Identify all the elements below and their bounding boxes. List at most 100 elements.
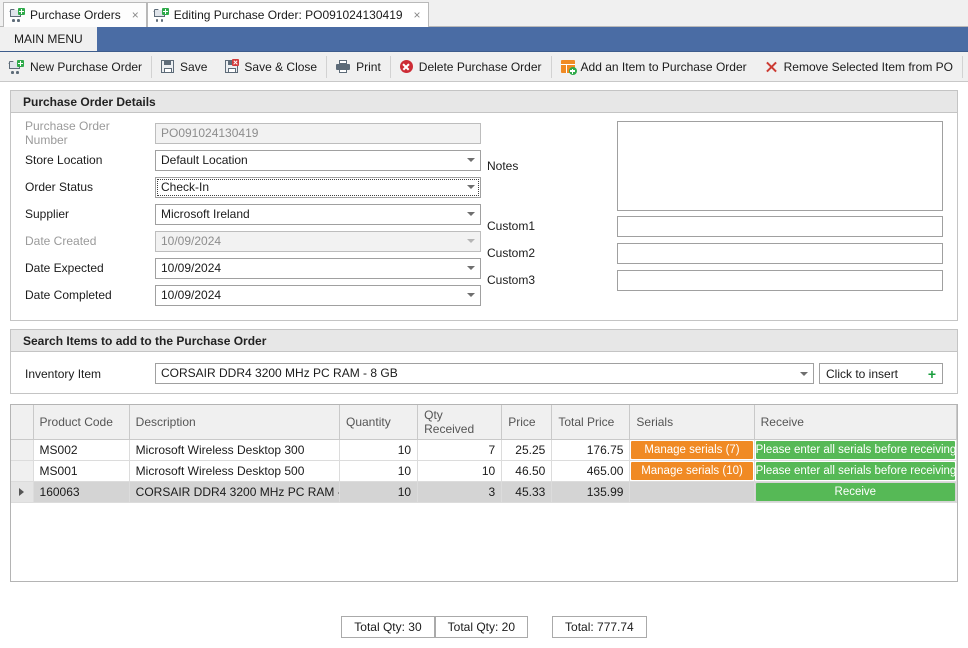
cell-receive: Receive <box>754 481 957 503</box>
delete-circle-x-icon <box>399 60 413 73</box>
save-and-close-button[interactable]: Save & Close <box>216 52 326 82</box>
inventory-item-row: Inventory Item CORSAIR DDR4 3200 MHz PC … <box>11 359 957 384</box>
total-qty-ordered: Total Qty: 30 <box>341 616 435 638</box>
search-panel-title: Search Items to add to the Purchase Orde… <box>11 330 957 352</box>
new-purchase-order-button[interactable]: New Purchase Order <box>0 52 151 82</box>
store-location-select[interactable]: Default Location <box>155 149 481 171</box>
new-purchase-order-icon <box>8 59 24 74</box>
save-floppy-icon <box>161 60 175 73</box>
save-close-floppy-icon <box>225 59 240 73</box>
cell-qty-received: 7 <box>417 439 503 461</box>
chevron-down-icon <box>800 371 808 376</box>
purchase-order-items-grid[interactable]: Product Code Description Quantity Qty Re… <box>10 404 958 582</box>
notes-textarea[interactable] <box>617 121 943 211</box>
insert-label: Click to insert <box>826 366 899 381</box>
purchase-cart-icon <box>153 8 169 22</box>
manage-serials-button[interactable]: Manage serials (10) <box>631 462 753 480</box>
tab-label: Purchase Orders <box>30 8 121 22</box>
date-created-value: 10/09/2024 <box>161 233 222 248</box>
purchase-order-window: Purchase Orders × Editing Purchase Order… <box>0 0 968 648</box>
toolbar-label: Save <box>180 59 208 74</box>
supplier-select[interactable]: Microsoft Ireland <box>155 203 481 225</box>
cell-price: 46.50 <box>501 460 553 482</box>
tab-editing-purchase-order[interactable]: Editing Purchase Order: PO091024130419 × <box>146 2 429 27</box>
custom3-input[interactable] <box>617 269 943 291</box>
click-to-insert-button[interactable]: Click to insert + <box>819 363 943 384</box>
field-supplier: Supplier Microsoft Ireland <box>25 202 481 226</box>
field-date-created: Date Created 10/09/2024 <box>25 229 481 253</box>
chevron-down-icon <box>467 266 475 270</box>
total-price: Total: 777.74 <box>552 616 647 638</box>
field-custom3: Custom3 <box>487 268 943 292</box>
cell-qty-received: 10 <box>417 460 503 482</box>
tab-label: Editing Purchase Order: PO091024130419 <box>173 8 403 22</box>
menu-main-menu[interactable]: MAIN MENU <box>0 27 97 51</box>
date-created-label: Date Created <box>25 234 97 248</box>
row-selector[interactable] <box>11 439 34 461</box>
date-created-input: 10/09/2024 <box>155 230 481 252</box>
manage-serials-button[interactable]: Manage serials (7) <box>631 441 753 459</box>
cell-price: 25.25 <box>501 439 553 461</box>
date-completed-value: 10/09/2024 <box>161 287 222 302</box>
print-button[interactable]: Print <box>327 52 390 82</box>
receive-button[interactable]: Receive <box>755 483 955 501</box>
add-item-to-purchase-order-button[interactable]: Add an Item to Purchase Order <box>552 52 756 82</box>
cell-quantity: 10 <box>339 481 419 503</box>
custom1-input[interactable] <box>617 215 943 237</box>
table-row[interactable]: 160063 CORSAIR DDR4 3200 MHz PC RAM - 8 … <box>11 481 957 503</box>
remove-selected-item-button[interactable]: Remove Selected Item from PO <box>756 52 962 82</box>
column-header-receive[interactable]: Receive <box>754 405 957 440</box>
menu-bar: MAIN MENU <box>0 27 968 52</box>
panel-title: Purchase Order Details <box>11 91 957 113</box>
column-header-total-price[interactable]: Total Price <box>551 405 631 440</box>
totals-bar: Total Qty: 30 Total Qty: 20 Total: 777.7… <box>0 616 968 638</box>
order-status-select[interactable]: Check-In <box>155 176 481 198</box>
tab-purchase-orders[interactable]: Purchase Orders × <box>3 2 147 27</box>
inventory-item-select[interactable]: CORSAIR DDR4 3200 MHz PC RAM - 8 GB <box>155 363 814 384</box>
cell-receive: Please enter all serials before receivin… <box>754 439 957 461</box>
field-order-status: Order Status Check-In <box>25 175 481 199</box>
toolbar-label: Add an Item to Purchase Order <box>580 59 747 74</box>
column-header-serials[interactable]: Serials <box>629 405 755 440</box>
cell-serials: Manage serials (10) <box>629 460 755 482</box>
cell-total-price: 176.75 <box>551 439 631 461</box>
table-row[interactable]: MS001 Microsoft Wireless Desktop 500 10 … <box>11 460 957 482</box>
column-header-qty-received[interactable]: Qty Received <box>417 405 503 440</box>
purchase-order-details-panel: Purchase Order Details Purchase Order Nu… <box>10 90 958 321</box>
field-notes: Notes <box>487 121 943 211</box>
chevron-down-icon <box>467 212 475 216</box>
supplier-value: Microsoft Ireland <box>161 206 250 221</box>
column-header-description[interactable]: Description <box>129 405 341 440</box>
save-button[interactable]: Save <box>152 52 216 82</box>
row-selector[interactable] <box>11 481 34 503</box>
grid-header-row: Product Code Description Quantity Qty Re… <box>11 405 957 440</box>
cell-serials <box>629 481 755 503</box>
column-header-product-code[interactable]: Product Code <box>33 405 130 440</box>
notes-label: Notes <box>487 159 519 173</box>
custom2-label: Custom2 <box>487 246 536 260</box>
toolbar-label: New Purchase Order <box>30 59 143 74</box>
receive-button[interactable]: Please enter all serials before receivin… <box>755 441 955 459</box>
po-number-label: Purchase Order Number <box>25 119 110 147</box>
row-selector-header <box>11 405 34 440</box>
toolbar: New Purchase Order Save Save & Close Pri… <box>0 52 968 82</box>
delete-purchase-order-button[interactable]: Delete Purchase Order <box>391 52 551 82</box>
custom2-input[interactable] <box>617 242 943 264</box>
date-completed-input[interactable]: 10/09/2024 <box>155 284 481 306</box>
table-row[interactable]: MS002 Microsoft Wireless Desktop 300 10 … <box>11 439 957 461</box>
column-header-price[interactable]: Price <box>501 405 553 440</box>
tab-close-icon[interactable]: × <box>132 9 139 21</box>
tab-close-icon[interactable]: × <box>414 9 421 21</box>
remove-x-icon <box>765 60 778 73</box>
store-location-value: Default Location <box>161 152 248 167</box>
cell-total-price: 135.99 <box>551 481 631 503</box>
field-store-location: Store Location Default Location <box>25 148 481 172</box>
toolbar-label: Delete Purchase Order <box>418 59 542 74</box>
cell-description: Microsoft Wireless Desktop 300 <box>129 439 341 461</box>
chevron-down-icon <box>467 293 475 297</box>
receive-button[interactable]: Please enter all serials before receivin… <box>755 462 955 480</box>
column-header-quantity[interactable]: Quantity <box>339 405 419 440</box>
chevron-down-icon <box>467 158 475 162</box>
row-selector[interactable] <box>11 460 34 482</box>
date-expected-input[interactable]: 10/09/2024 <box>155 257 481 279</box>
